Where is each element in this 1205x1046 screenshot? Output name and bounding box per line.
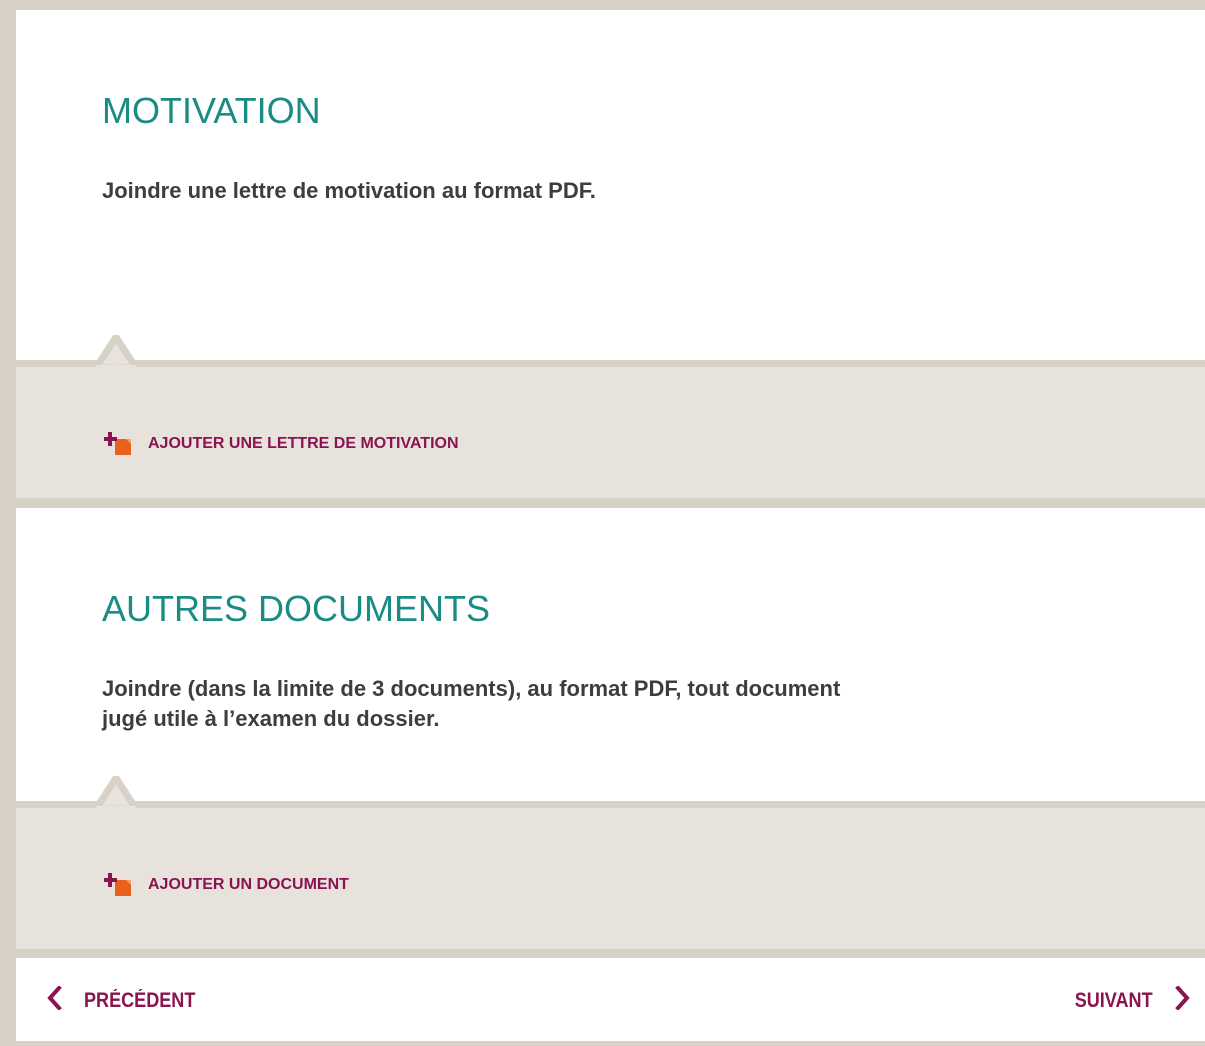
autres-description-line1: Joindre (dans la limite de 3 documents),…: [102, 676, 841, 701]
motivation-section: MOTIVATION Joindre une lettre de motivat…: [16, 10, 1205, 360]
motivation-upload-panel: AJOUTER UNE LETTRE DE MOTIVATION: [16, 335, 1205, 498]
next-button[interactable]: SUIVANT: [1062, 985, 1191, 1015]
chevron-left-icon: [46, 985, 62, 1015]
previous-button[interactable]: PRÉCÉDENT: [46, 985, 214, 1015]
add-document-button[interactable]: AJOUTER UN DOCUMENT: [103, 872, 349, 898]
add-motivation-letter-label: AJOUTER UNE LETTRE DE MOTIVATION: [148, 435, 459, 452]
autres-documents-section: AUTRES DOCUMENTS Joindre (dans la limite…: [16, 508, 1205, 801]
previous-label: PRÉCÉDENT: [84, 988, 196, 1012]
add-motivation-letter-button[interactable]: AJOUTER UNE LETTRE DE MOTIVATION: [103, 431, 459, 457]
add-document-icon: [103, 872, 134, 898]
autres-documents-upload-panel: AJOUTER UN DOCUMENT: [16, 776, 1205, 949]
add-document-icon: [103, 431, 134, 457]
autres-description-line2: jugé utile à l’examen du dossier.: [102, 706, 440, 731]
next-label: SUIVANT: [1075, 988, 1153, 1012]
autres-documents-description: Joindre (dans la limite de 3 documents),…: [102, 674, 1102, 734]
autres-documents-title: AUTRES DOCUMENTS: [102, 588, 491, 629]
chevron-right-icon: [1175, 985, 1191, 1015]
motivation-title: MOTIVATION: [102, 90, 321, 131]
add-document-label: AJOUTER UN DOCUMENT: [148, 876, 349, 893]
page-frame: MOTIVATION Joindre une lettre de motivat…: [10, 10, 1205, 1041]
motivation-description: Joindre une lettre de motivation au form…: [102, 178, 596, 203]
navigation-bar: PRÉCÉDENT SUIVANT: [16, 958, 1205, 1041]
